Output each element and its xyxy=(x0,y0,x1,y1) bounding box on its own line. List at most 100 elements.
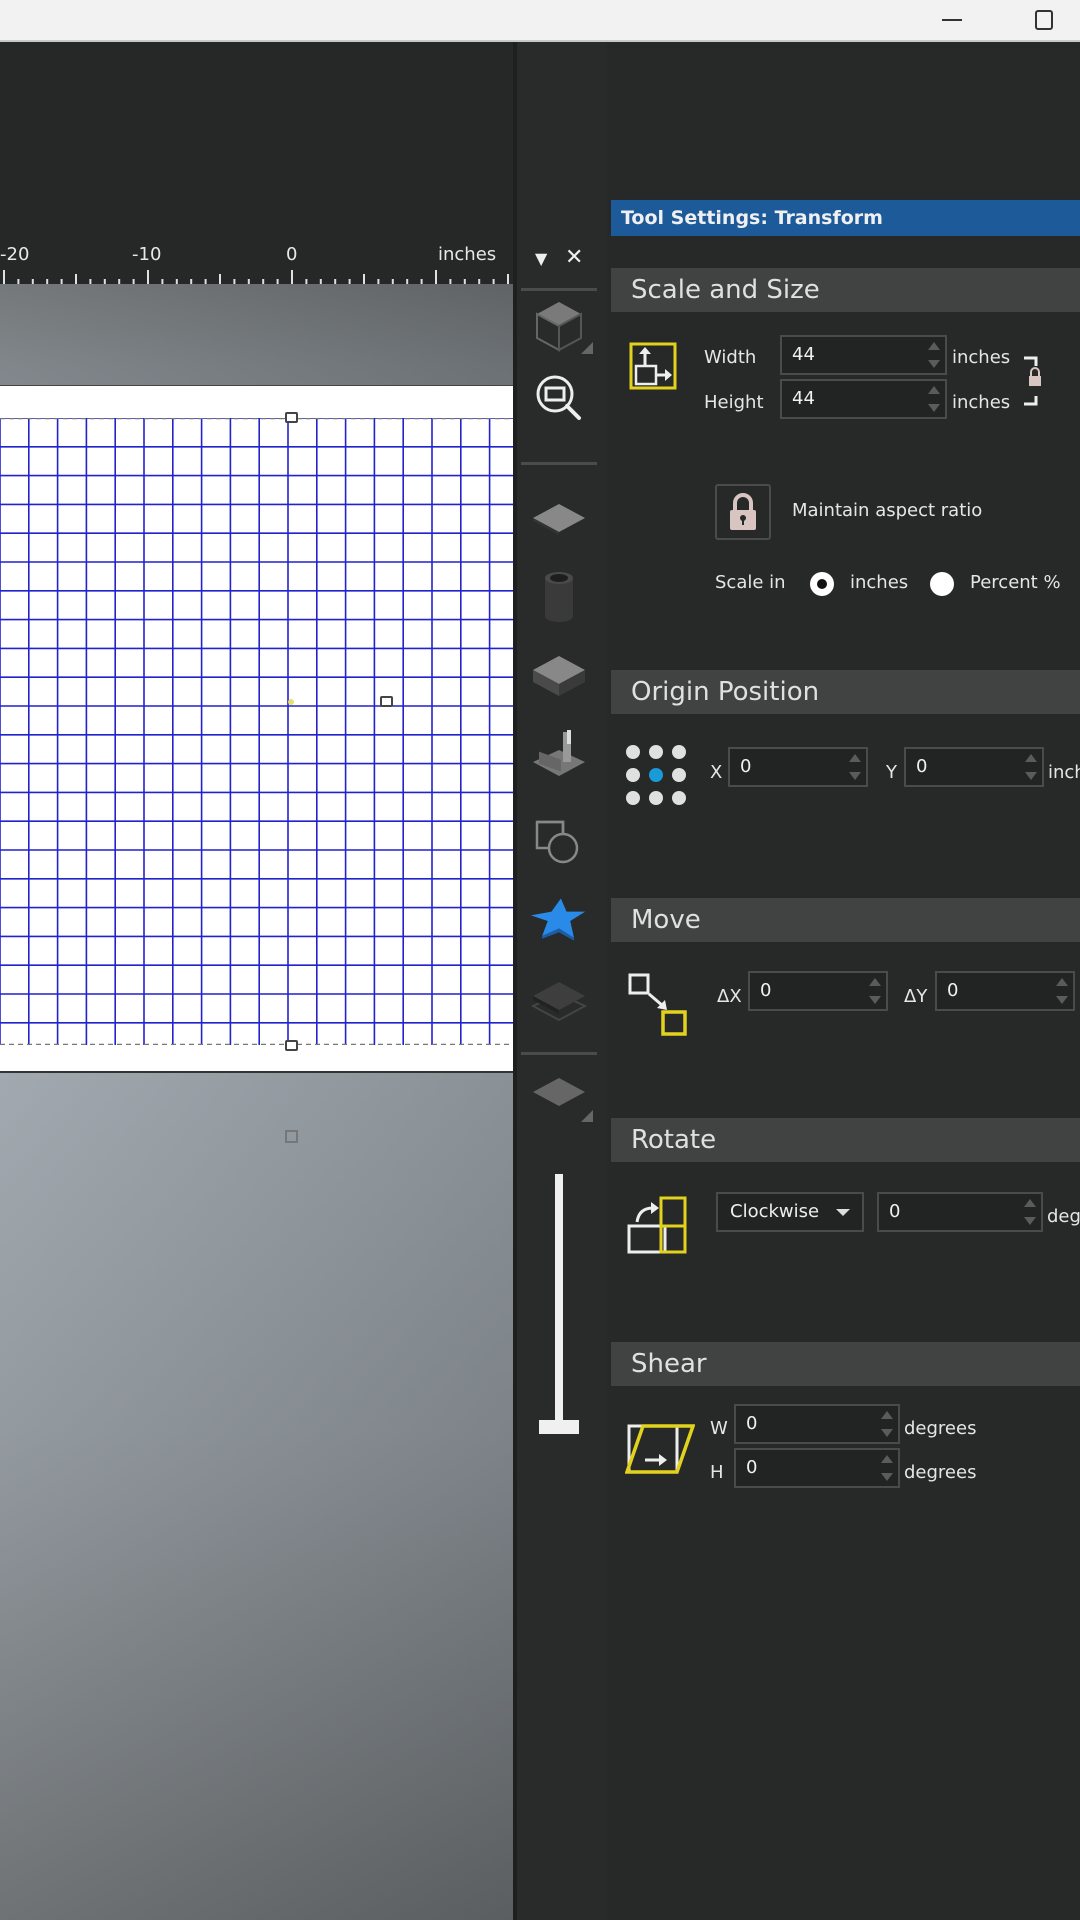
shear-h-spinner[interactable] xyxy=(880,1453,894,1483)
maximize-button[interactable] xyxy=(1014,0,1074,40)
move-dx-input[interactable]: 0 xyxy=(748,971,888,1011)
top-resize-handle[interactable] xyxy=(285,412,298,423)
section-shear[interactable]: Shear xyxy=(611,1342,1080,1386)
divider xyxy=(521,288,597,291)
panel-title: Tool Settings: Transform xyxy=(611,200,1080,236)
zoom-slider-track[interactable] xyxy=(555,1174,563,1424)
move-dx-value: 0 xyxy=(760,980,772,1001)
section-rotate[interactable]: Rotate xyxy=(611,1118,1080,1162)
shear-icon xyxy=(624,1422,696,1482)
origin-y-label: Y xyxy=(886,762,897,783)
rotate-handle[interactable] xyxy=(285,1130,298,1143)
origin-x-input[interactable]: 0 xyxy=(728,747,868,787)
star-icon xyxy=(530,898,586,941)
shear-w-unit: degrees xyxy=(904,1418,977,1439)
origin-x-label: X xyxy=(710,762,723,783)
divider xyxy=(521,1052,597,1055)
move-dy-input[interactable]: 0 xyxy=(935,971,1075,1011)
move-dy-label: ΔY xyxy=(904,986,928,1007)
section-origin-position[interactable]: Origin Position xyxy=(611,670,1080,714)
width-input[interactable]: 44 xyxy=(780,335,947,375)
origin-unit: inches xyxy=(1048,762,1080,783)
cylinder-icon xyxy=(545,572,573,622)
plane-tool[interactable] xyxy=(529,1064,593,1124)
shear-h-unit: degrees xyxy=(904,1462,977,1483)
rotate-angle-value: 0 xyxy=(889,1201,901,1222)
link-lock-icon[interactable] xyxy=(1022,354,1044,416)
window-titlebar xyxy=(0,0,1080,42)
move-dy-spinner[interactable] xyxy=(1055,976,1069,1006)
shear-h-input[interactable]: 0 xyxy=(734,1448,900,1488)
right-resize-handle[interactable] xyxy=(380,696,393,707)
shear-w-input[interactable]: 0 xyxy=(734,1404,900,1444)
scale-in-label: Scale in xyxy=(715,572,786,593)
cube-icon xyxy=(536,302,582,352)
origin-y-spinner[interactable] xyxy=(1024,752,1038,782)
shear-h-value: 0 xyxy=(746,1457,758,1478)
shear-h-label: H xyxy=(710,1462,724,1483)
rotate-angle-input[interactable]: 0 xyxy=(877,1192,1043,1232)
origin-x-value: 0 xyxy=(740,756,752,777)
height-input[interactable]: 44 xyxy=(780,379,947,419)
divider xyxy=(521,462,597,465)
minimize-button[interactable] xyxy=(922,0,982,40)
scale-in-inches-label: inches xyxy=(850,572,909,593)
shear-w-value: 0 xyxy=(746,1413,758,1434)
rotate-icon xyxy=(627,1194,689,1260)
width-label: Width xyxy=(704,347,757,368)
flat-sheet-tool[interactable] xyxy=(529,488,589,548)
ruler-label: 0 xyxy=(286,244,298,265)
width-spinner[interactable] xyxy=(927,340,941,370)
star-tool[interactable] xyxy=(529,890,589,950)
height-value: 44 xyxy=(792,388,815,409)
move-dy-value: 0 xyxy=(947,980,959,1001)
rotate-direction-dropdown[interactable]: Clockwise xyxy=(716,1192,864,1232)
scale-in-inches-radio[interactable] xyxy=(810,572,834,596)
scale-icon xyxy=(629,342,677,394)
box-icon xyxy=(533,656,585,696)
flat-plane-icon xyxy=(533,504,585,535)
origin-x-spinner[interactable] xyxy=(848,752,862,782)
section-move[interactable]: Move xyxy=(611,898,1080,942)
rotate-angle-spinner[interactable] xyxy=(1023,1197,1037,1227)
collapse-icon[interactable]: ▼ xyxy=(535,249,547,268)
ruler-label: -20 xyxy=(0,244,30,265)
section-scale-and-size[interactable]: Scale and Size xyxy=(611,268,1080,312)
shear-w-label: W xyxy=(710,1418,728,1439)
maintain-aspect-ratio-toggle[interactable] xyxy=(715,484,771,540)
machine-icon xyxy=(533,730,585,776)
shear-w-spinner[interactable] xyxy=(880,1409,894,1439)
machine-tool[interactable] xyxy=(529,726,589,786)
layers-tool[interactable] xyxy=(529,972,589,1032)
ruler-ticks xyxy=(3,270,509,284)
cylinder-tool[interactable] xyxy=(529,566,589,626)
zoom-fit-tool[interactable] xyxy=(529,368,589,428)
shapes-icon xyxy=(535,820,579,864)
ruler-unit-label: inches xyxy=(438,244,497,265)
origin-y-input[interactable]: 0 xyxy=(904,747,1044,787)
tool-strip: ▼ ✕ xyxy=(517,42,607,1920)
origin-anchor-grid[interactable] xyxy=(623,742,689,812)
chevron-down-icon xyxy=(836,1209,850,1216)
scale-in-percent-label: Percent % xyxy=(970,572,1061,593)
rotate-direction-value: Clockwise xyxy=(730,1201,820,1222)
material-sheet[interactable] xyxy=(0,385,513,1073)
zoom-slider-thumb[interactable] xyxy=(539,1420,579,1434)
move-dx-spinner[interactable] xyxy=(868,976,882,1006)
grid-pattern xyxy=(0,418,513,1045)
height-label: Height xyxy=(704,392,764,413)
height-spinner[interactable] xyxy=(927,384,941,414)
rotate-unit: degrees xyxy=(1047,1206,1080,1227)
layers-icon xyxy=(530,982,588,1022)
bottom-resize-handle[interactable] xyxy=(285,1040,298,1051)
scale-in-percent-radio[interactable] xyxy=(930,572,954,596)
design-canvas[interactable] xyxy=(0,284,513,1920)
shape-tool[interactable] xyxy=(529,812,589,872)
height-unit: inches xyxy=(952,392,1011,413)
lock-icon xyxy=(730,493,756,530)
view-cube-tool[interactable] xyxy=(529,296,593,356)
close-icon[interactable]: ✕ xyxy=(565,245,583,270)
box-tool[interactable] xyxy=(529,646,589,706)
strip-header: ▼ ✕ xyxy=(517,245,607,275)
minimize-icon xyxy=(942,19,962,21)
